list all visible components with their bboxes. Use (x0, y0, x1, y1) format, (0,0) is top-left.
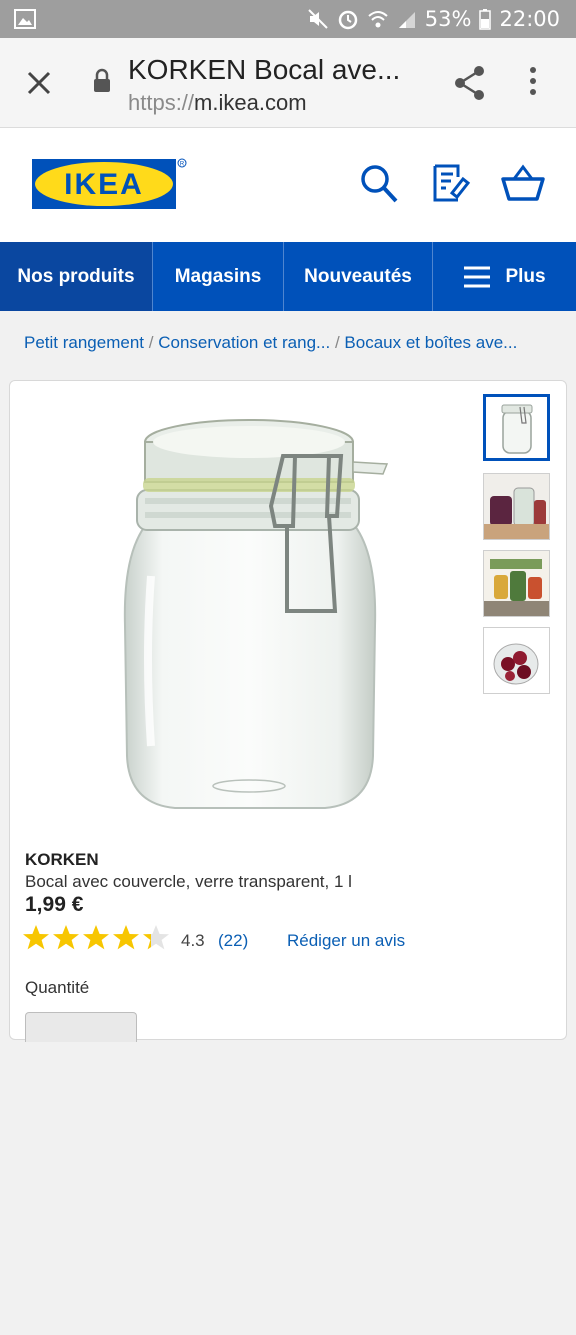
battery-icon (479, 8, 492, 30)
thumbnail-4[interactable] (483, 627, 550, 694)
star-icon (143, 925, 169, 950)
close-icon (27, 71, 51, 95)
cart-button[interactable] (501, 163, 545, 208)
lock-icon (92, 68, 112, 99)
hamburger-icon (464, 266, 491, 287)
shopping-list-icon (433, 164, 471, 202)
quantity-label: Quantité (25, 978, 90, 997)
nav-label: Plus (505, 265, 546, 287)
signal-icon (397, 8, 417, 30)
breadcrumb-link[interactable]: Conservation et rang... (158, 333, 330, 352)
site-header: IKEA R (0, 129, 576, 242)
product-card: KORKEN Bocal avec couvercle, verre trans… (9, 380, 567, 1042)
nav-item-more[interactable]: Plus (433, 242, 576, 311)
product-name: KORKEN (25, 850, 99, 869)
star-icon (83, 925, 109, 950)
browser-toolbar: KORKEN Bocal ave... https://m.ikea.com (0, 38, 576, 128)
status-bar: 53% 22:00 (0, 0, 576, 38)
thumbnail-2[interactable] (483, 473, 550, 540)
nav-item-stores[interactable]: Magasins (153, 242, 284, 311)
nav-item-new[interactable]: Nouveautés (284, 242, 433, 311)
battery-text: 53% (424, 7, 472, 31)
clock: 22:00 (499, 7, 560, 31)
product-price: 1,99 € (25, 893, 84, 916)
page-title: KORKEN Bocal ave... (128, 54, 401, 85)
thumbnail-image (484, 551, 549, 616)
breadcrumb-separator: / (148, 333, 154, 352)
breadcrumb-link[interactable]: Bocaux et boîtes ave... (344, 333, 517, 352)
main-nav: Nos produits Magasins Nouveautés Plus (0, 242, 576, 311)
thumbnail-image (484, 474, 549, 539)
star-icon (113, 925, 139, 950)
nav-label: Nouveautés (304, 265, 412, 287)
overflow-menu-button[interactable] (528, 66, 538, 103)
breadcrumb-link[interactable]: Petit rangement (24, 333, 144, 352)
svg-text:R: R (180, 162, 185, 168)
ikea-logo[interactable]: IKEA R (31, 157, 189, 220)
breadcrumb: Petit rangement / Conservation et rang..… (24, 333, 517, 353)
thumbnail-1[interactable] (483, 394, 550, 461)
product-description: Bocal avec couvercle, verre transparent,… (25, 872, 352, 891)
share-button[interactable] (452, 64, 488, 107)
url-protocol: https:// (128, 90, 195, 115)
product-image[interactable] (115, 406, 405, 821)
gallery-icon (14, 9, 36, 34)
star-icon (53, 925, 79, 950)
quantity-input[interactable] (25, 1012, 137, 1042)
shopping-list-button[interactable] (432, 163, 472, 208)
star-icon (23, 925, 49, 950)
thumbnail-image (501, 404, 533, 454)
alarm-icon (337, 8, 359, 30)
url-host: m.ikea.com (194, 90, 307, 115)
breadcrumb-separator: / (334, 333, 340, 352)
page-url[interactable]: https://m.ikea.com (128, 90, 307, 116)
share-icon (455, 66, 484, 100)
rating-count-link[interactable]: (22) (218, 931, 248, 951)
write-review-link[interactable]: Rédiger un avis (287, 931, 405, 951)
thumbnail-3[interactable] (483, 550, 550, 617)
more-vert-icon (530, 67, 536, 95)
search-icon (361, 165, 398, 203)
logo-text: IKEA (64, 168, 144, 201)
rating-stars (22, 924, 170, 952)
nav-item-products[interactable]: Nos produits (0, 242, 153, 311)
basket-icon (501, 164, 545, 201)
rating-value: 4.3 (181, 931, 205, 950)
close-tab-button[interactable] (22, 66, 56, 100)
search-button[interactable] (359, 163, 399, 210)
wifi-icon (367, 8, 389, 30)
mute-icon (307, 8, 329, 30)
thumbnail-image (484, 628, 549, 693)
nav-label: Magasins (174, 265, 262, 287)
nav-label: Nos produits (17, 265, 135, 287)
